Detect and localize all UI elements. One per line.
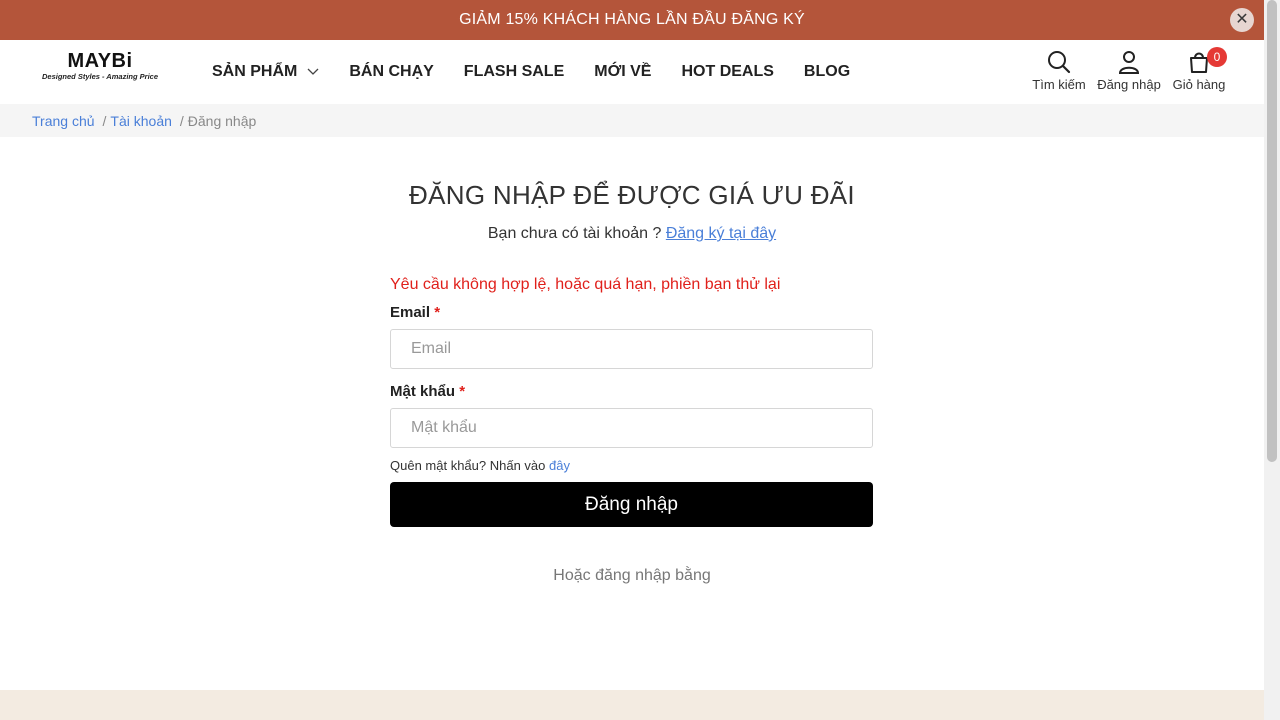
email-field[interactable]: [390, 329, 873, 369]
promo-bar: GIẢM 15% KHÁCH HÀNG LẦN ĐẦU ĐĂNG KÝ ✕: [0, 0, 1264, 40]
footer: [0, 690, 1264, 720]
main-nav: SẢN PHẨM BÁN CHẠY FLASH SALE MỚI VỀ HOT …: [212, 40, 880, 104]
close-icon: ✕: [1235, 11, 1249, 28]
password-label: Mật khẩu *: [390, 381, 873, 403]
search-label: Tìm kiếm: [1032, 77, 1086, 92]
header-actions: Tìm kiếm Đăng nhập 0 Giỏ hàng: [1024, 47, 1234, 98]
nav-item-ban-chay[interactable]: BÁN CHẠY: [349, 63, 433, 81]
nav-item-label: BLOG: [803, 63, 851, 80]
login-submit-button[interactable]: Đăng nhập: [390, 482, 873, 527]
cart-label: Giỏ hàng: [1172, 77, 1226, 92]
register-link[interactable]: Đăng ký tại đây: [666, 225, 776, 242]
logo[interactable]: MAYBi Designed Styles - Amazing Price: [38, 50, 162, 94]
nav-item-flash-sale[interactable]: FLASH SALE: [464, 63, 564, 81]
cart-count-badge: 0: [1207, 47, 1227, 67]
login-button[interactable]: Đăng nhập: [1094, 48, 1164, 98]
site-header: MAYBi Designed Styles - Amazing Price SẢ…: [0, 40, 1264, 104]
error-message: Yêu cầu không hợp lệ, hoặc quá hạn, phiề…: [390, 276, 781, 293]
login-label: Đăng nhập: [1097, 77, 1161, 92]
email-label: Email *: [390, 302, 873, 324]
nav-item-san-pham[interactable]: SẢN PHẨM: [212, 63, 319, 81]
promo-text: GIẢM 15% KHÁCH HÀNG LẦN ĐẦU ĐĂNG KÝ: [459, 11, 805, 28]
breadcrumb-account[interactable]: Tài khoản: [110, 113, 171, 129]
nav-item-moi-ve[interactable]: MỚI VỀ: [594, 63, 651, 81]
password-label-text: Mật khẩu: [390, 383, 456, 400]
page-title: ĐĂNG NHẬP ĐỂ ĐƯỢC GIÁ ƯU ĐÃI: [409, 180, 855, 210]
search-button[interactable]: Tìm kiếm: [1024, 48, 1094, 98]
logo-tagline: Designed Styles - Amazing Price: [41, 72, 158, 81]
social-login-text: Hoặc đăng nhập bằng: [553, 567, 711, 584]
page-scrollbar[interactable]: [1264, 0, 1280, 720]
nav-item-label: HOT DEALS: [681, 63, 774, 80]
required-mark: *: [459, 383, 466, 400]
user-icon: [1117, 48, 1141, 76]
nav-item-label: FLASH SALE: [463, 63, 565, 80]
logo-wordmark: MAYBi: [67, 50, 133, 72]
forgot-password: Quên mật khẩu? Nhấn vào đây: [390, 458, 873, 474]
nav-item-label: SẢN PHẨM: [212, 63, 298, 80]
breadcrumb-separator: /: [179, 112, 184, 129]
nav-item-label: MỚI VỀ: [594, 63, 652, 80]
cart-button[interactable]: 0 Giỏ hàng: [1164, 47, 1234, 98]
forgot-password-link[interactable]: đây: [549, 458, 570, 473]
nav-item-blog[interactable]: BLOG: [804, 63, 850, 81]
breadcrumb-current: Đăng nhập: [187, 112, 257, 129]
close-promo-button[interactable]: ✕: [1230, 8, 1254, 32]
password-field[interactable]: [390, 408, 873, 448]
search-icon: [1047, 48, 1071, 76]
breadcrumb-home[interactable]: Trang chủ: [32, 113, 95, 129]
page: GIẢM 15% KHÁCH HÀNG LẦN ĐẦU ĐĂNG KÝ ✕ MA…: [0, 0, 1264, 720]
register-prompt: Bạn chưa có tài khoản ? Đăng ký tại đây: [0, 225, 1264, 243]
login-form: Yêu cầu không hợp lệ, hoặc quá hạn, phiề…: [390, 272, 873, 527]
nav-item-label: BÁN CHẠY: [349, 63, 434, 80]
breadcrumb-separator: /: [102, 112, 107, 129]
register-prompt-text: Bạn chưa có tài khoản ?: [487, 225, 662, 242]
scrollbar-thumb[interactable]: [1267, 0, 1277, 462]
forgot-password-text: Quên mật khẩu? Nhấn vào: [390, 458, 546, 473]
email-label-text: Email: [390, 304, 431, 321]
breadcrumb: Trang chủ / Tài khoản / Đăng nhập: [0, 104, 1264, 137]
nav-item-hot-deals[interactable]: HOT DEALS: [681, 63, 773, 81]
required-mark: *: [434, 304, 441, 321]
chevron-down-icon: [307, 68, 319, 76]
